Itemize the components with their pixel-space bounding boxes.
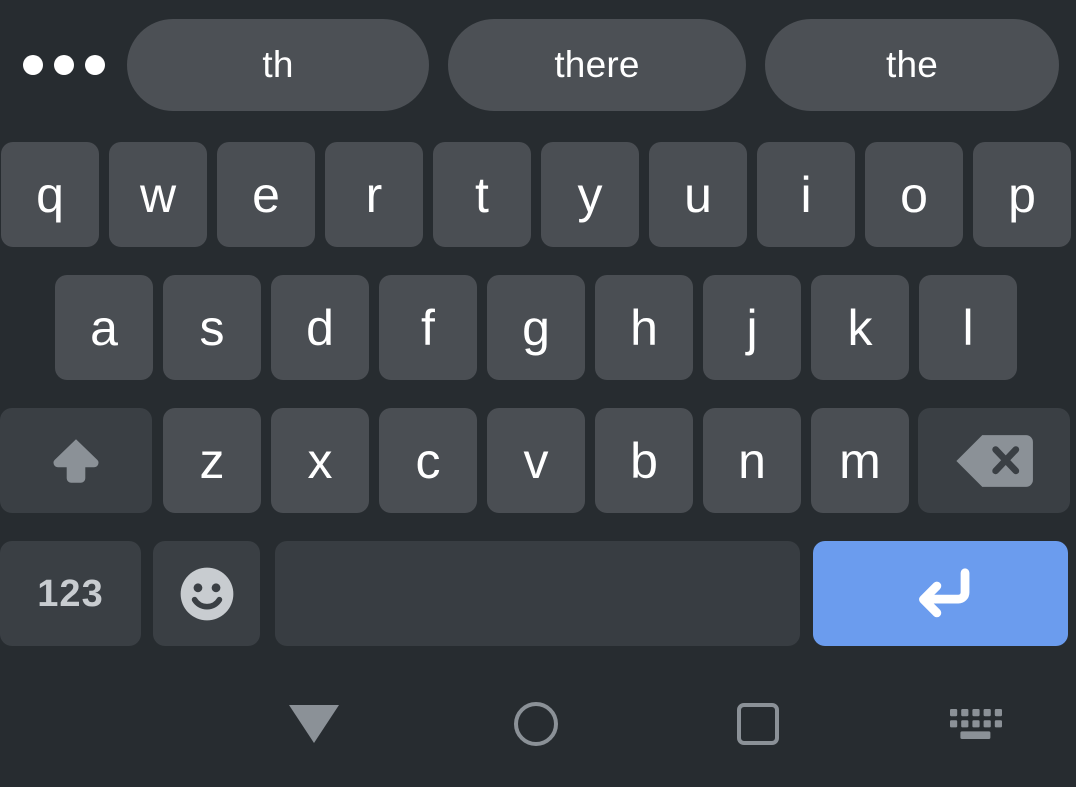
key-j[interactable]: j xyxy=(703,275,801,380)
key-n[interactable]: n xyxy=(703,408,801,513)
key-u[interactable]: u xyxy=(649,142,747,247)
system-navigation-bar xyxy=(0,660,1076,787)
key-label: m xyxy=(839,432,881,489)
key-p[interactable]: p xyxy=(973,142,1071,247)
keyboard-row-3: z x c v b n m xyxy=(0,396,1076,529)
dot xyxy=(84,55,105,75)
enter-return-icon xyxy=(918,567,969,617)
more-horizontal-icon[interactable] xyxy=(0,0,127,130)
key-label: o xyxy=(900,166,928,223)
keyboard-row-2: a s d f g h j k l xyxy=(0,263,1076,396)
key-label: f xyxy=(421,299,435,356)
key-label: h xyxy=(630,299,658,356)
key-emoji[interactable] xyxy=(153,541,260,646)
key-z[interactable]: z xyxy=(163,408,261,513)
suggestion-chip-1[interactable]: there xyxy=(448,19,746,111)
key-label: j xyxy=(746,299,758,356)
key-label: t xyxy=(475,166,489,223)
square-icon xyxy=(737,702,779,745)
key-q[interactable]: q xyxy=(1,142,99,247)
key-label: z xyxy=(199,432,225,489)
key-numeric-mode[interactable]: 123 xyxy=(0,541,141,646)
key-c[interactable]: c xyxy=(379,408,477,513)
key-k[interactable]: k xyxy=(811,275,909,380)
key-label: i xyxy=(800,166,812,223)
key-label: n xyxy=(738,432,766,489)
key-label: y xyxy=(577,166,603,223)
keyboard: q w e r t y u i o p a s d f g h j k l z … xyxy=(0,130,1076,660)
emoji-smiley-icon xyxy=(180,567,233,620)
keyboard-icon xyxy=(950,708,1002,739)
suggestion-chip-2[interactable]: the xyxy=(765,19,1059,111)
key-x[interactable]: x xyxy=(271,408,369,513)
key-space[interactable] xyxy=(275,541,800,646)
suggestion-chip-0[interactable]: th xyxy=(127,19,429,111)
key-label: l xyxy=(962,299,974,356)
key-y[interactable]: y xyxy=(541,142,639,247)
suggestion-label: the xyxy=(885,44,939,85)
circle-icon xyxy=(514,701,558,746)
key-t[interactable]: t xyxy=(433,142,531,247)
dot xyxy=(53,55,74,75)
key-w[interactable]: w xyxy=(109,142,207,247)
key-o[interactable]: o xyxy=(865,142,963,247)
key-label: 123 xyxy=(37,572,104,615)
nav-recents-button[interactable] xyxy=(694,660,822,787)
key-label: x xyxy=(307,432,333,489)
dot xyxy=(22,55,43,75)
key-r[interactable]: r xyxy=(325,142,423,247)
backspace-icon xyxy=(956,434,1033,487)
key-label: q xyxy=(36,166,64,223)
key-label: k xyxy=(847,299,873,356)
suggestion-bar: th there the xyxy=(0,0,1076,130)
keyboard-row-4: 123 xyxy=(0,529,1076,662)
nav-home-button[interactable] xyxy=(472,660,600,787)
key-s[interactable]: s xyxy=(163,275,261,380)
suggestion-label: there xyxy=(554,44,640,85)
nav-switch-keyboard-button[interactable] xyxy=(910,660,1038,787)
key-label: e xyxy=(252,166,280,223)
key-m[interactable]: m xyxy=(811,408,909,513)
key-f[interactable]: f xyxy=(379,275,477,380)
nav-back-button[interactable] xyxy=(250,660,378,787)
key-label: d xyxy=(306,299,334,356)
key-label: v xyxy=(523,432,549,489)
key-label: g xyxy=(522,299,550,356)
key-label: s xyxy=(199,299,225,356)
key-label: c xyxy=(415,432,441,489)
key-shift[interactable] xyxy=(0,408,152,513)
suggestion-label: th xyxy=(262,44,294,85)
key-b[interactable]: b xyxy=(595,408,693,513)
key-h[interactable]: h xyxy=(595,275,693,380)
key-a[interactable]: a xyxy=(55,275,153,380)
key-label: p xyxy=(1008,166,1036,223)
key-label: b xyxy=(630,432,658,489)
key-enter[interactable] xyxy=(813,541,1068,646)
key-label: u xyxy=(684,166,712,223)
key-label: a xyxy=(90,299,118,356)
key-l[interactable]: l xyxy=(919,275,1017,380)
key-g[interactable]: g xyxy=(487,275,585,380)
key-d[interactable]: d xyxy=(271,275,369,380)
keyboard-screen: th there the q w e r t y u i o p a s d f xyxy=(0,0,1076,787)
triangle-down-icon xyxy=(289,704,339,743)
key-backspace[interactable] xyxy=(918,408,1070,513)
key-label: w xyxy=(139,166,177,223)
key-v[interactable]: v xyxy=(487,408,585,513)
shift-arrow-icon xyxy=(53,438,99,483)
key-e[interactable]: e xyxy=(217,142,315,247)
keyboard-row-1: q w e r t y u i o p xyxy=(0,130,1076,263)
key-i[interactable]: i xyxy=(757,142,855,247)
key-label: r xyxy=(365,166,383,223)
